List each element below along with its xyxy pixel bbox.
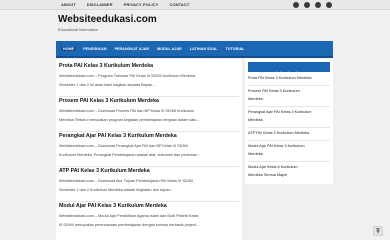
sidebar-divider [248,161,330,162]
post-item: Prosem PAI Kelas 3 Kurikulum Merdeka Web… [59,98,239,132]
youtube-icon[interactable] [326,1,332,8]
post-item: Modul Ajar PAI Kelas 3 Kurikulum Merdeka… [59,203,239,230]
post-excerpt: Websiteedukasi.com – Download Promes PAI… [59,109,200,122]
nav-item-tutorial[interactable]: TUTORIAL [225,47,246,51]
sidebar-latest-posts: Edukasi Terbaru Prota PAI Kelas 3 Kuriku… [245,59,333,184]
post-item: ATP PAI Kelas 3 Kurikulum Merdeka Websit… [59,168,239,202]
sidebar-item[interactable]: Prosem PAI Kelas 3 Kurikulum Merdeka [248,88,330,103]
post-divider [59,201,239,202]
sidebar-divider [248,127,330,128]
sidebar-item[interactable]: Modul Ajar PAI Kelas 3 Kurikulum Merdeka [248,143,330,158]
post-divider [59,166,239,167]
nav-item-home[interactable]: HOME [61,47,77,51]
site-tagline: Educational Information [58,28,98,32]
sidebar-divider [248,85,330,86]
sidebar-item[interactable]: ATP PAI Kelas 3 Kurikulum Merdeka [248,130,330,138]
nav-item-perangkat-ajar[interactable]: PERANGKAT AJAR [114,47,151,51]
sidebar-heading: Edukasi Terbaru [248,62,330,76]
top-link-contact[interactable]: CONTACT [169,2,189,7]
post-excerpt: Websiteedukasi.com – Download Alur Tujua… [59,179,193,192]
main-navigation: HOME PENDIDIKAN PERANGKAT AJAR MODUL AJA… [56,41,333,58]
nav-item-latihan-soal[interactable]: LATIHAN SOAL [189,47,219,51]
arrow-up-icon [376,228,380,234]
social-links [293,1,332,8]
instagram-icon[interactable] [315,1,321,8]
nav-item-pendidikan[interactable]: PENDIDIKAN [82,47,107,51]
post-title[interactable]: ATP PAI Kelas 3 Kurikulum Merdeka [59,168,239,175]
post-title[interactable]: Perangkat Ajar PAI Kelas 3 Kurikulum Mer… [59,133,239,140]
top-links: ABOUT DISCLAIMER PRIVACY POLICY CONTACT [61,2,189,7]
post-item: Prota PAI Kelas 3 Kurikulum Merdeka Webs… [59,63,239,97]
post-divider [59,131,239,132]
post-title[interactable]: Prota PAI Kelas 3 Kurikulum Merdeka [59,63,239,70]
post-excerpt: Websiteedukasi.com – Modul Ajar Pendidik… [59,214,200,227]
twitter-icon[interactable] [304,1,310,8]
sidebar-divider [248,140,330,141]
post-excerpt: Websiteedukasi.com – Download Perangkat … [59,144,201,157]
top-link-privacy-policy[interactable]: PRIVACY POLICY [124,2,159,7]
sidebar-item[interactable]: Prota PAI Kelas 3 Kurikulum Merdeka [248,75,330,83]
site-branding: Websiteedukasi.com Educational Informati… [58,14,157,32]
post-divider [59,96,239,97]
post-list: Prota PAI Kelas 3 Kurikulum Merdeka Webs… [56,59,242,240]
nav-item-modul-ajar[interactable]: MODUL AJAR [156,47,183,51]
top-link-disclaimer[interactable]: DISCLAIMER [87,2,113,7]
sidebar-item[interactable]: Modul Ajar Kelas 6 Kurikulum Merdeka Sem… [248,164,330,179]
post-title[interactable]: Modul Ajar PAI Kelas 3 Kurikulum Merdeka [59,203,239,210]
top-link-about[interactable]: ABOUT [61,2,76,7]
facebook-icon[interactable] [293,1,299,8]
site-title[interactable]: Websiteedukasi.com [58,14,157,26]
post-title[interactable]: Prosem PAI Kelas 3 Kurikulum Merdeka [59,98,239,105]
post-item: Perangkat Ajar PAI Kelas 3 Kurikulum Mer… [59,133,239,167]
post-excerpt: Websiteedukasi.com – Program Tahunan PAI… [59,74,196,87]
sidebar-divider [248,106,330,107]
top-bar: ABOUT DISCLAIMER PRIVACY POLICY CONTACT [0,0,390,10]
back-to-top-button[interactable] [373,226,383,236]
sidebar-item[interactable]: Perangkat Ajar PAI Kelas 3 Kurikulum Mer… [248,109,330,124]
